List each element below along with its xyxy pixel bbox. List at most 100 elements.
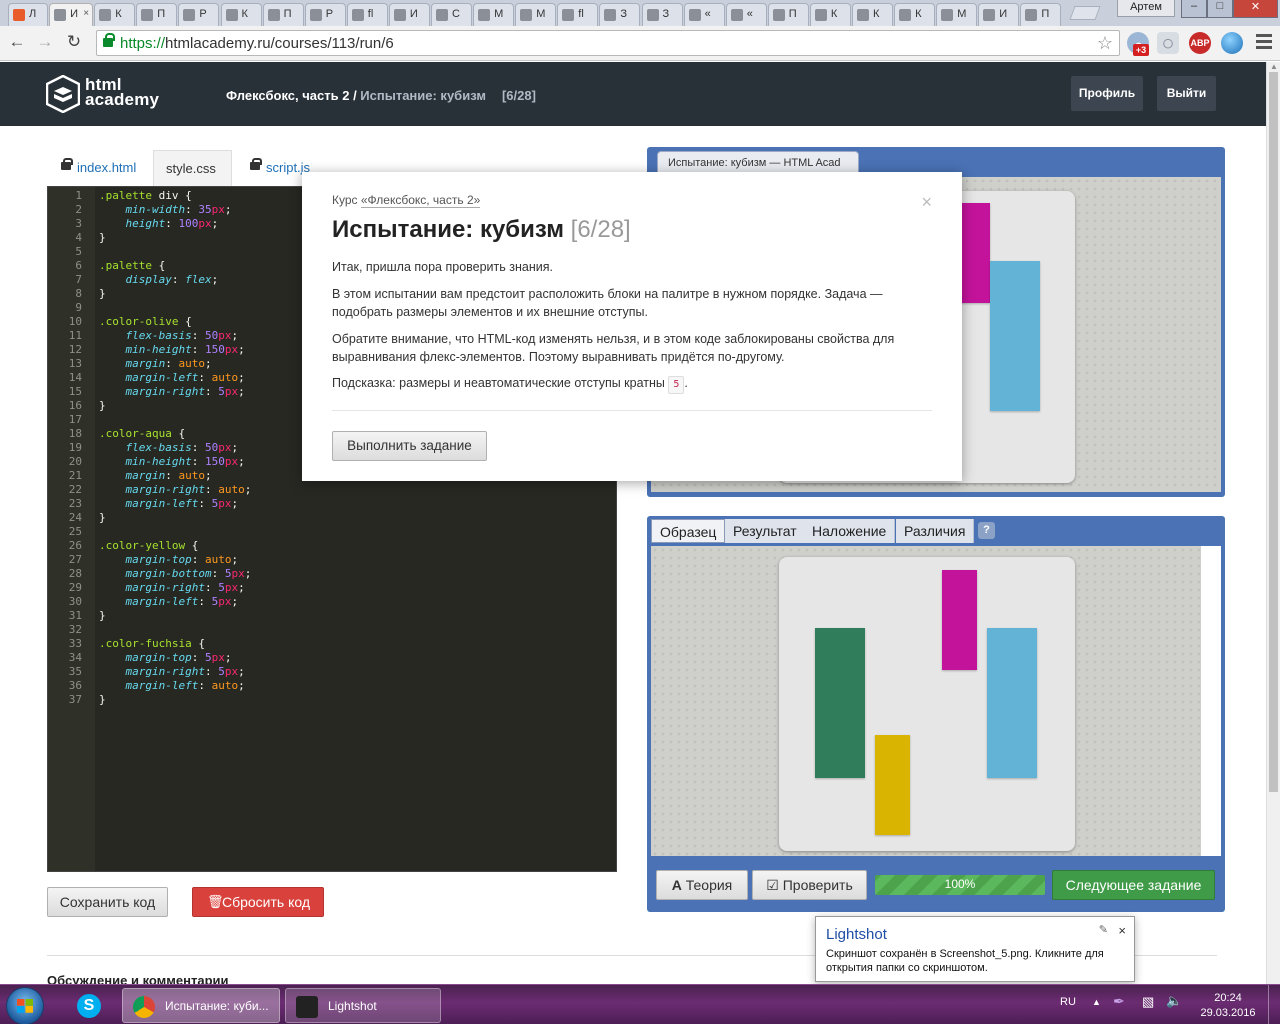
adblock-icon[interactable]: ABP xyxy=(1189,32,1211,54)
next-task-button[interactable]: Следующее задание xyxy=(1052,870,1215,900)
browser-tab[interactable]: Л xyxy=(8,3,48,26)
browser-tab[interactable]: М xyxy=(473,3,515,26)
lightshot-app-icon xyxy=(296,996,318,1018)
editor-tab[interactable]: index.html xyxy=(47,150,148,187)
reset-code-button[interactable]: 🗑 Сбросить код xyxy=(192,887,324,917)
start-task-button[interactable]: Выполнить задание xyxy=(332,431,487,461)
volume-icon[interactable]: 🔈 xyxy=(1166,993,1182,1009)
maximize-button[interactable]: □ xyxy=(1207,0,1233,18)
browser-tab[interactable]: К xyxy=(894,3,936,26)
browser-tab[interactable]: З xyxy=(599,3,641,26)
scroll-up-icon[interactable]: ▲ xyxy=(1270,62,1278,71)
browser-tab[interactable]: М xyxy=(936,3,978,26)
code-token: ; xyxy=(244,567,252,580)
browser-tab[interactable]: « xyxy=(683,3,725,26)
browser-tab[interactable]: И × xyxy=(49,3,94,27)
browser-tab[interactable]: К xyxy=(852,3,893,26)
theory-button[interactable]: A Теория xyxy=(656,870,748,900)
html-academy-logo-icon[interactable] xyxy=(46,75,80,113)
address-bar[interactable]: https://htmlacademy.ru/courses/113/run/6… xyxy=(96,30,1120,56)
scrollbar-thumb[interactable] xyxy=(1269,72,1278,792)
new-tab-button[interactable] xyxy=(1069,6,1101,20)
check-label: Проверить xyxy=(782,877,853,893)
code-token: ; xyxy=(211,217,219,230)
code-token: flex xyxy=(185,273,212,286)
minimize-button[interactable]: – xyxy=(1181,0,1207,18)
tray-arrow-icon[interactable]: ▲ xyxy=(1092,997,1101,1007)
tab-favicon-icon xyxy=(688,9,701,21)
shield-icon[interactable]: ◯ xyxy=(1157,32,1179,54)
logout-button[interactable]: Выйти xyxy=(1157,76,1216,111)
browser-tab[interactable]: К xyxy=(94,3,136,26)
help-icon[interactable]: ? xyxy=(978,522,995,539)
browser-tab[interactable]: К xyxy=(809,3,851,26)
browser-tab[interactable]: С xyxy=(431,3,472,26)
browser-tab[interactable]: М xyxy=(515,3,557,26)
code-token: ; xyxy=(231,595,239,608)
view-tab[interactable]: Результат xyxy=(725,519,806,543)
breadcrumb-step: [6/28] xyxy=(501,88,536,103)
network-icon[interactable]: ▧ xyxy=(1142,994,1154,1010)
taskbar-task[interactable]: Lightshot xyxy=(285,988,441,1023)
show-desktop-button[interactable] xyxy=(1268,985,1280,1024)
browser-tab-label: П xyxy=(1041,8,1050,20)
browser-tab[interactable]: И xyxy=(388,3,430,26)
code-text: min-height: 150px; xyxy=(99,343,245,357)
progress-bar: 100% xyxy=(875,875,1045,895)
browser-tab[interactable]: Р xyxy=(178,3,220,26)
lightshot-tray-icon[interactable]: ✒ xyxy=(1113,993,1125,1010)
preview-window-tab[interactable]: Испытание: кубизм — HTML Acad xyxy=(657,151,859,173)
language-indicator[interactable]: RU xyxy=(1060,996,1076,1008)
close-window-button[interactable]: ✕ xyxy=(1233,0,1278,18)
code-token: .color-yellow xyxy=(99,539,186,552)
browser-tab[interactable]: fl xyxy=(557,3,599,26)
browser-tab[interactable]: З xyxy=(641,3,683,26)
checkbox-icon: ☑ xyxy=(766,877,779,893)
view-tab[interactable]: Различия xyxy=(896,519,975,543)
back-arrow-icon[interactable]: ← xyxy=(6,32,28,52)
notification-close-icon[interactable]: × xyxy=(1118,923,1126,938)
clock[interactable]: 20:24 29.03.2016 xyxy=(1196,991,1260,1021)
browser-tab[interactable]: Р xyxy=(304,3,346,26)
browser-tab[interactable]: П xyxy=(1020,3,1062,26)
browser-tab[interactable]: И xyxy=(978,3,1020,26)
bookmark-star-icon[interactable]: ☆ xyxy=(1097,33,1113,54)
browser-menu-icon[interactable] xyxy=(1256,34,1272,52)
code-token: margin-bottom xyxy=(125,567,212,580)
code-token: : xyxy=(191,343,205,356)
line-number: 31 xyxy=(68,609,82,622)
browser-tab[interactable]: К xyxy=(220,3,262,26)
pin-icon[interactable]: ✎ xyxy=(1099,923,1108,936)
line-number: 6 xyxy=(75,259,82,272)
forward-arrow-icon[interactable]: → xyxy=(34,32,56,52)
globe-extension-icon[interactable] xyxy=(1221,32,1243,54)
start-button[interactable] xyxy=(6,987,44,1024)
browser-tab[interactable]: П xyxy=(767,3,809,26)
breadcrumb-course-link[interactable]: Флексбокс, часть 2 xyxy=(226,88,349,103)
browser-tab[interactable]: П xyxy=(262,3,304,26)
save-code-button[interactable]: Сохранить код xyxy=(47,887,168,917)
skype-icon[interactable]: S xyxy=(66,988,112,1024)
browser-tab[interactable]: П xyxy=(136,3,178,26)
close-tab-icon[interactable]: × xyxy=(83,8,89,19)
browser-tab[interactable]: « xyxy=(725,3,767,26)
profile-button[interactable]: Профиль xyxy=(1071,76,1143,111)
modal-course-link[interactable]: «Флексбокс, часть 2» xyxy=(360,193,481,208)
modal-close-icon[interactable]: × xyxy=(921,192,932,213)
page-scrollbar[interactable]: ▲ xyxy=(1266,62,1280,986)
code-token: height xyxy=(125,217,166,230)
view-tab[interactable]: Образец xyxy=(651,519,726,543)
sample-scrollbar[interactable] xyxy=(1201,546,1221,856)
browser-tab-label: К xyxy=(830,8,838,20)
reload-icon[interactable]: ↻ xyxy=(63,32,85,52)
editor-tab[interactable]: style.css xyxy=(153,150,232,187)
taskbar-task[interactable]: Испытание: куби... xyxy=(122,988,280,1023)
view-tab[interactable]: Наложение xyxy=(804,519,896,543)
browser-tab[interactable]: fl xyxy=(346,3,388,26)
code-text: display: flex; xyxy=(99,273,219,287)
lightshot-notification[interactable]: Lightshot ✎ × Скриншот сохранён в Screen… xyxy=(815,916,1135,982)
browser-tab-label: М xyxy=(957,8,967,20)
check-button[interactable]: ☑ Проверить xyxy=(752,870,867,900)
profile-badge[interactable]: Артем xyxy=(1117,0,1175,17)
